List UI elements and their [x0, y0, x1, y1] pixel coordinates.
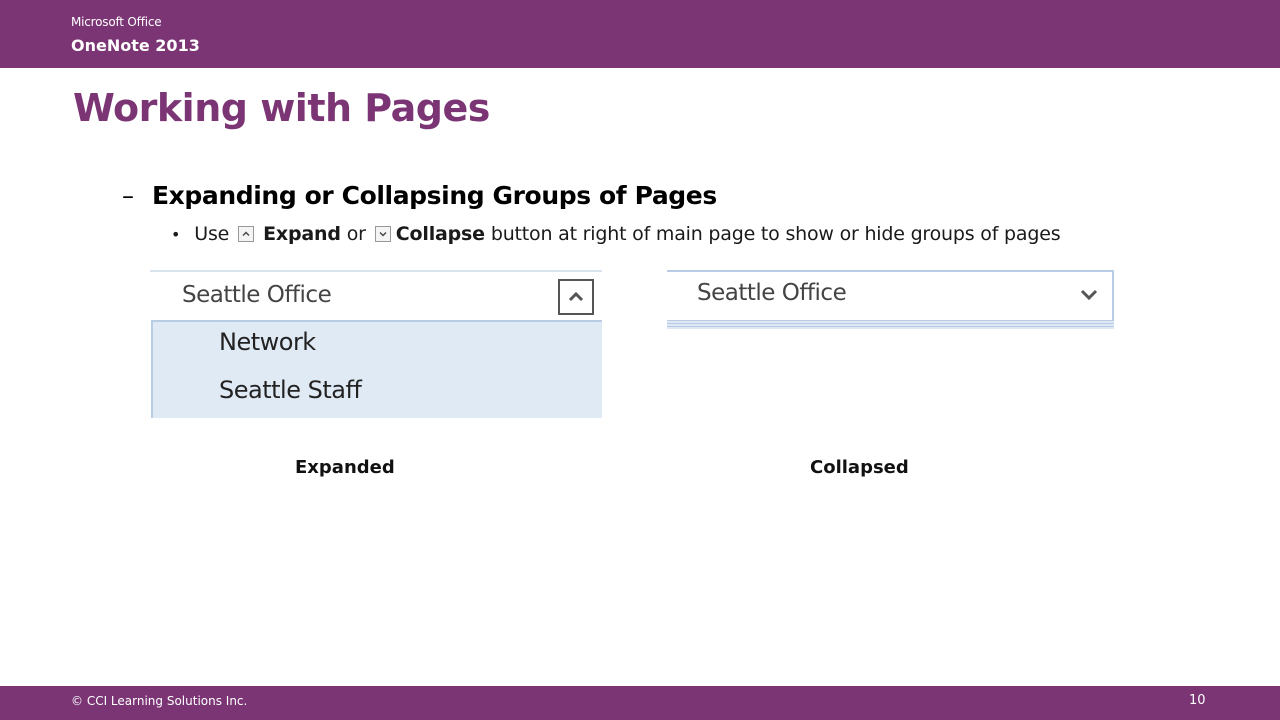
subheading-dash: –: [122, 182, 134, 210]
product-label: OneNote 2013: [71, 36, 200, 55]
expanded-group-screenshot: Seattle Office Network Seattle Staff: [150, 270, 602, 420]
expanded-group-header[interactable]: Seattle Office: [150, 270, 602, 322]
chevron-up-icon: [568, 291, 584, 302]
stacked-pages-edge: [667, 326, 1114, 329]
collapsed-group-screenshot: Seattle Office: [667, 270, 1115, 330]
page-number: 10: [1189, 693, 1206, 708]
chevron-down-icon[interactable]: [1079, 288, 1099, 302]
bullet-collapse-text: Collapse: [395, 223, 485, 245]
expand-icon: [238, 226, 255, 242]
collapse-icon: [374, 226, 391, 242]
bullet-or-text: or: [346, 223, 366, 245]
expanded-group-pages: Network Seattle Staff: [151, 320, 602, 418]
bullet-line: • Use Expand or Collapse button at right…: [171, 223, 1061, 245]
header-bar: Microsoft Office OneNote 2013: [0, 0, 1280, 68]
collapsed-group-header[interactable]: Seattle Office: [667, 270, 1114, 320]
page-item-seattle-staff[interactable]: Seattle Staff: [219, 376, 362, 404]
bullet-dot: •: [171, 224, 181, 244]
footer-bar: © CCI Learning Solutions Inc. 10: [0, 686, 1280, 720]
expanded-group-title: Seattle Office: [182, 282, 332, 308]
copyright-text: © CCI Learning Solutions Inc.: [71, 694, 248, 708]
bullet-rest-text: button at right of main page to show or …: [490, 223, 1061, 245]
page-item-network[interactable]: Network: [219, 328, 316, 356]
brand-label: Microsoft Office: [71, 15, 162, 29]
collapsed-caption: Collapsed: [810, 457, 909, 478]
bullet-use-text: Use: [194, 223, 230, 245]
bullet-expand-text: Expand: [263, 223, 341, 245]
collapsed-group-title: Seattle Office: [697, 280, 847, 306]
collapse-button[interactable]: [558, 279, 594, 315]
expanded-caption: Expanded: [295, 457, 395, 478]
slide-title: Working with Pages: [73, 86, 490, 130]
subheading: Expanding or Collapsing Groups of Pages: [152, 181, 717, 210]
